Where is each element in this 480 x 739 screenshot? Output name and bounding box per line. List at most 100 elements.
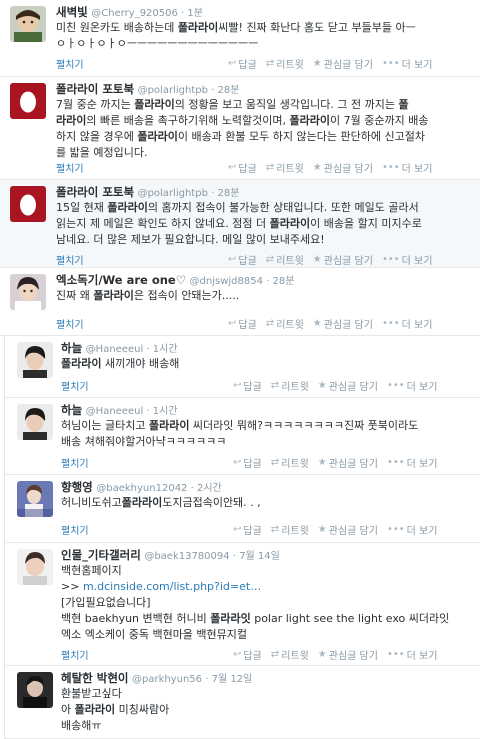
- retweet-button[interactable]: ⇄ 리트윗: [266, 316, 304, 331]
- reply-button[interactable]: ↩ 답글: [228, 160, 257, 175]
- more-button[interactable]: ••• 더 보기: [387, 647, 437, 662]
- tweet-timestamp[interactable]: 1시간: [153, 406, 178, 417]
- tweet-item[interactable]: 폴라라이 포토북 @polarlightpb · 28분 7월 중순 까지는 폴라…: [0, 77, 480, 180]
- more-button[interactable]: ••• 더 보기: [387, 378, 437, 393]
- avatar[interactable]: [17, 404, 53, 440]
- user-name[interactable]: 헤탈한 박현이: [61, 671, 128, 685]
- more-button-label: 더 보기: [406, 526, 438, 537]
- favorite-button[interactable]: ★ 관심글 담기: [313, 56, 373, 71]
- retweet-button-label: 리트윗: [276, 164, 304, 175]
- retweet-button[interactable]: ⇄ 리트윗: [271, 455, 309, 470]
- reply-button[interactable]: ↩ 답글: [228, 316, 257, 331]
- tweet-timestamp[interactable]: 1시간: [153, 344, 178, 355]
- user-handle[interactable]: @Cherry_920506: [91, 8, 178, 19]
- reply-button[interactable]: ↩ 답글: [228, 252, 257, 267]
- favorite-button[interactable]: ★ 관심글 담기: [318, 647, 378, 662]
- avatar[interactable]: [10, 83, 46, 119]
- reply-button[interactable]: ↩ 답글: [233, 522, 262, 537]
- retweet-button[interactable]: ⇄ 리트윗: [271, 522, 309, 537]
- expand-link[interactable]: 펼치기: [61, 522, 89, 537]
- reply-button[interactable]: ↩ 답글: [228, 56, 257, 71]
- tweet-item[interactable]: 하늘 @Haneeeul · 1시간 허님이는 글타치고 폴라라이 씨더라잇 뭐해…: [4, 398, 480, 475]
- avatar[interactable]: [10, 274, 46, 310]
- retweet-button[interactable]: ⇄ 리트윗: [271, 647, 309, 662]
- text-segment: 백현홈페이지: [61, 564, 122, 577]
- user-name[interactable]: 하늘: [61, 403, 82, 417]
- expand-link[interactable]: 펼치기: [61, 455, 89, 470]
- user-handle[interactable]: @polarlightpb: [138, 188, 208, 199]
- tweet-link[interactable]: m.dcinside.com/list.php?id=et…: [83, 580, 261, 593]
- retweet-button[interactable]: ⇄ 리트윗: [266, 252, 304, 267]
- keyword-highlight: 폴라라이: [107, 201, 148, 214]
- tweet-timestamp[interactable]: 1분: [187, 8, 203, 19]
- user-handle[interactable]: @baek13780094: [144, 551, 229, 562]
- reply-button[interactable]: ↩ 답글: [233, 455, 262, 470]
- avatar[interactable]: [10, 186, 46, 222]
- more-button[interactable]: ••• 더 보기: [387, 455, 437, 470]
- tweet-item[interactable]: 새벽빛 @Cherry_920506 · 1분 미친 원온카도 배송하는데 폴라라…: [0, 0, 480, 77]
- tweet-timestamp[interactable]: 2시간: [197, 483, 222, 494]
- user-handle[interactable]: @baekhyun12042: [96, 483, 187, 494]
- user-name[interactable]: 새벽빛: [56, 5, 88, 19]
- avatar[interactable]: [10, 6, 46, 42]
- more-button[interactable]: ••• 더 보기: [382, 160, 432, 175]
- tweet-timestamp[interactable]: 28분: [273, 276, 295, 287]
- expand-link[interactable]: 펼치기: [56, 160, 84, 175]
- more-icon: •••: [381, 318, 400, 329]
- tweet-timestamp[interactable]: 28분: [217, 188, 239, 199]
- favorite-button[interactable]: ★ 관심글 담기: [318, 522, 378, 537]
- more-button[interactable]: ••• 더 보기: [387, 522, 437, 537]
- avatar[interactable]: [17, 342, 53, 378]
- favorite-button[interactable]: ★ 관심글 담기: [318, 455, 378, 470]
- tweet-timestamp[interactable]: 7월 14일: [239, 551, 280, 562]
- tweet-timestamp[interactable]: 28분: [217, 85, 239, 96]
- tweet-item[interactable]: 폴라라이 포토북 @polarlightpb · 28분 15일 현재 폴라라이의…: [0, 180, 480, 268]
- tweet-actions: ↩ 답글 ⇄ 리트윗 ★ 관심글 담기 ••• 더 보기: [233, 455, 476, 470]
- star-icon: ★: [312, 318, 322, 329]
- user-handle[interactable]: @Haneeeul: [86, 406, 144, 417]
- user-handle[interactable]: @dnjswjd8854: [190, 276, 263, 287]
- user-name[interactable]: 엑소독기/We are one♡: [56, 273, 186, 287]
- retweet-button[interactable]: ⇄ 리트윗: [266, 56, 304, 71]
- reply-button[interactable]: ↩ 답글: [233, 647, 262, 662]
- tweet-item[interactable]: 헤탈한 박현이 @parkhyun56 · 7월 12일 환불받고싶다 아 폴라라이…: [4, 666, 480, 739]
- tweet-text-line: 엑소 엑소케이 중독 백현마을 백현뮤지컬: [61, 627, 468, 643]
- user-handle[interactable]: @parkhyun56: [132, 674, 202, 685]
- more-button[interactable]: ••• 더 보기: [382, 316, 432, 331]
- expand-link[interactable]: 펼치기: [56, 252, 84, 267]
- text-segment: 배송 쳐해줘야할거아냑ㅋㅋㅋㅋㅋㅋ: [61, 435, 227, 448]
- expand-link[interactable]: 펼치기: [56, 316, 84, 331]
- expand-link[interactable]: 펼치기: [56, 56, 84, 71]
- favorite-button[interactable]: ★ 관심글 담기: [313, 160, 373, 175]
- tweet-item[interactable]: 하늘 @Haneeeul · 1시간 폴라라이 새끼개야 배송해 펼치기 ↩ 답글 ⇄ 리트…: [4, 336, 480, 398]
- favorite-button[interactable]: ★ 관심글 담기: [313, 316, 373, 331]
- tweet-item[interactable]: 인물_기타갤러리 @baek13780094 · 7월 14일 백현홈페이지 >> …: [4, 543, 480, 666]
- avatar[interactable]: [17, 481, 53, 517]
- avatar[interactable]: [17, 672, 53, 708]
- user-handle[interactable]: @Haneeeul: [86, 344, 144, 355]
- keyword-highlight: 폴: [398, 98, 409, 111]
- more-button[interactable]: ••• 더 보기: [382, 56, 432, 71]
- retweet-button-label: 리트윗: [281, 382, 309, 393]
- user-name[interactable]: 인물_기타갤러리: [61, 548, 141, 562]
- expand-link[interactable]: 펼치기: [61, 647, 89, 662]
- user-name[interactable]: 폴라라이 포토북: [56, 82, 134, 96]
- retweet-button[interactable]: ⇄ 리트윗: [271, 378, 309, 393]
- user-name[interactable]: 향행영: [61, 480, 93, 494]
- tweet-text-line: 라라이의 빠른 배송을 촉구하기위해 노력할것이며, 폴라라이이 7월 중순까지…: [56, 113, 468, 129]
- keyword-highlight: 폴라라이: [93, 289, 134, 302]
- more-button[interactable]: ••• 더 보기: [382, 252, 432, 267]
- avatar[interactable]: [17, 549, 53, 585]
- favorite-button[interactable]: ★ 관심글 담기: [318, 378, 378, 393]
- tweet-timestamp[interactable]: 7월 12일: [212, 674, 253, 685]
- retweet-button[interactable]: ⇄ 리트윗: [266, 160, 304, 175]
- text-segment: 남네요. 더 많은 제보가 필요합니다. 메일 많이 보내주세요!: [56, 233, 325, 246]
- tweet-item[interactable]: 향행영 @baekhyun12042 · 2시간 허니비도쉬고폴라라이도지금접속이…: [4, 475, 480, 543]
- user-name[interactable]: 하늘: [61, 341, 82, 355]
- user-handle[interactable]: @polarlightpb: [138, 85, 208, 96]
- reply-button[interactable]: ↩ 답글: [233, 378, 262, 393]
- user-name[interactable]: 폴라라이 포토북: [56, 185, 134, 199]
- expand-link[interactable]: 펼치기: [61, 378, 89, 393]
- favorite-button[interactable]: ★ 관심글 담기: [313, 252, 373, 267]
- tweet-item[interactable]: 엑소독기/We are one♡ @dnjswjd8854 · 28분 진짜 왜 …: [0, 268, 480, 336]
